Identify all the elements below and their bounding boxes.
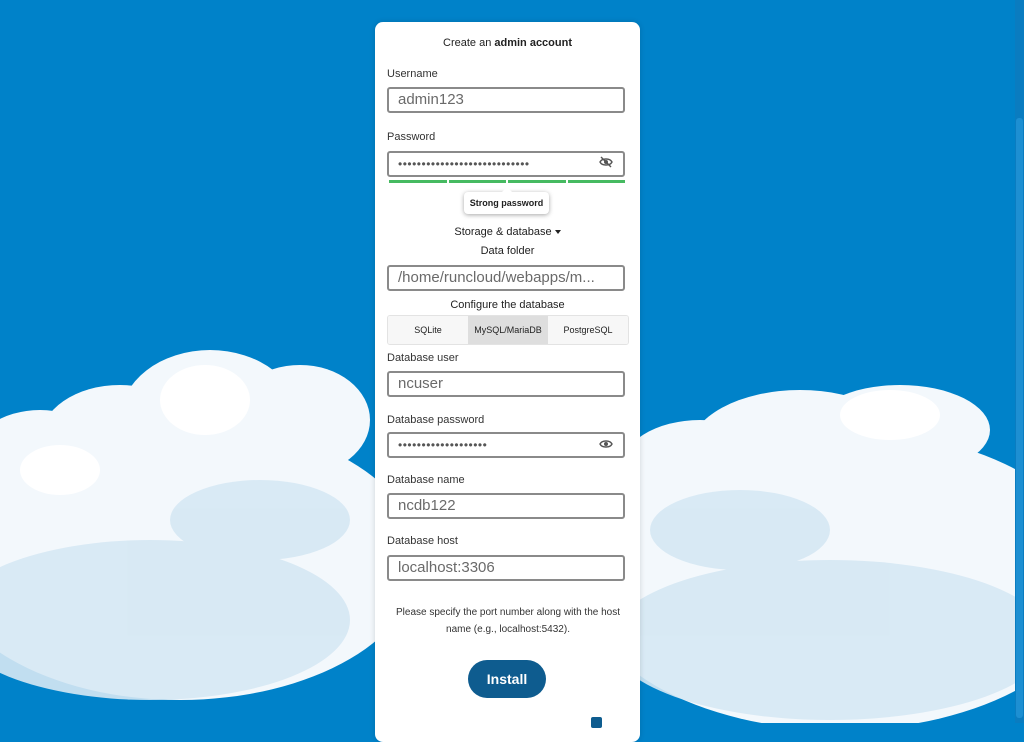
strength-segment: [567, 180, 625, 183]
strength-segment: [508, 180, 566, 183]
heading-bold: admin account: [494, 37, 572, 49]
database-user-label: Database user: [387, 352, 459, 364]
db-option-sqlite[interactable]: SQLite: [388, 316, 468, 344]
setup-card: Create an admin account Username admin12…: [375, 22, 640, 742]
password-value: ••••••••••••••••••••••••••••: [398, 157, 530, 171]
database-user-input[interactable]: ncuser: [387, 371, 625, 397]
strength-segment: [389, 180, 447, 183]
install-button[interactable]: Install: [468, 660, 546, 698]
database-host-hint: Please specify the port number along wit…: [395, 607, 621, 635]
database-password-value: •••••••••••••••••••: [398, 438, 488, 452]
username-label: Username: [387, 68, 438, 80]
database-password-input[interactable]: •••••••••••••••••••: [387, 432, 625, 458]
hide-password-icon[interactable]: [599, 156, 613, 168]
database-type-selector: SQLite MySQL/MariaDB PostgreSQL: [387, 315, 629, 345]
storage-database-toggle[interactable]: Storage & database: [375, 226, 640, 238]
configure-database-label: Configure the database: [450, 299, 565, 311]
data-folder-input[interactable]: /home/runcloud/webapps/m...: [387, 265, 625, 291]
database-name-label: Database name: [387, 474, 465, 486]
password-label: Password: [387, 131, 436, 143]
data-folder-label: Data folder: [480, 245, 535, 257]
database-password-label: Database password: [387, 414, 485, 426]
password-strength-tooltip: Strong password: [464, 187, 549, 214]
password-strength-meter: [389, 180, 625, 183]
caret-down-icon: [554, 230, 561, 235]
page-scrollbar-track[interactable]: [1015, 0, 1024, 723]
strength-segment: [448, 180, 506, 183]
database-host-input[interactable]: localhost:3306: [387, 555, 625, 581]
storage-toggle-label: Storage & database: [454, 226, 552, 238]
db-option-mysql[interactable]: MySQL/MariaDB: [468, 316, 548, 344]
page-scrollbar-thumb[interactable]: [1016, 118, 1023, 718]
db-option-postgresql[interactable]: PostgreSQL: [548, 316, 628, 344]
database-host-label: Database host: [387, 535, 458, 547]
password-input[interactable]: ••••••••••••••••••••••••••••: [387, 151, 625, 177]
show-password-icon[interactable]: [599, 438, 613, 450]
database-name-input[interactable]: ncdb122: [387, 493, 625, 519]
setup-heading: Create an admin account: [375, 37, 640, 49]
username-input[interactable]: admin123: [387, 87, 625, 113]
heading-prefix: Create an: [443, 37, 495, 49]
